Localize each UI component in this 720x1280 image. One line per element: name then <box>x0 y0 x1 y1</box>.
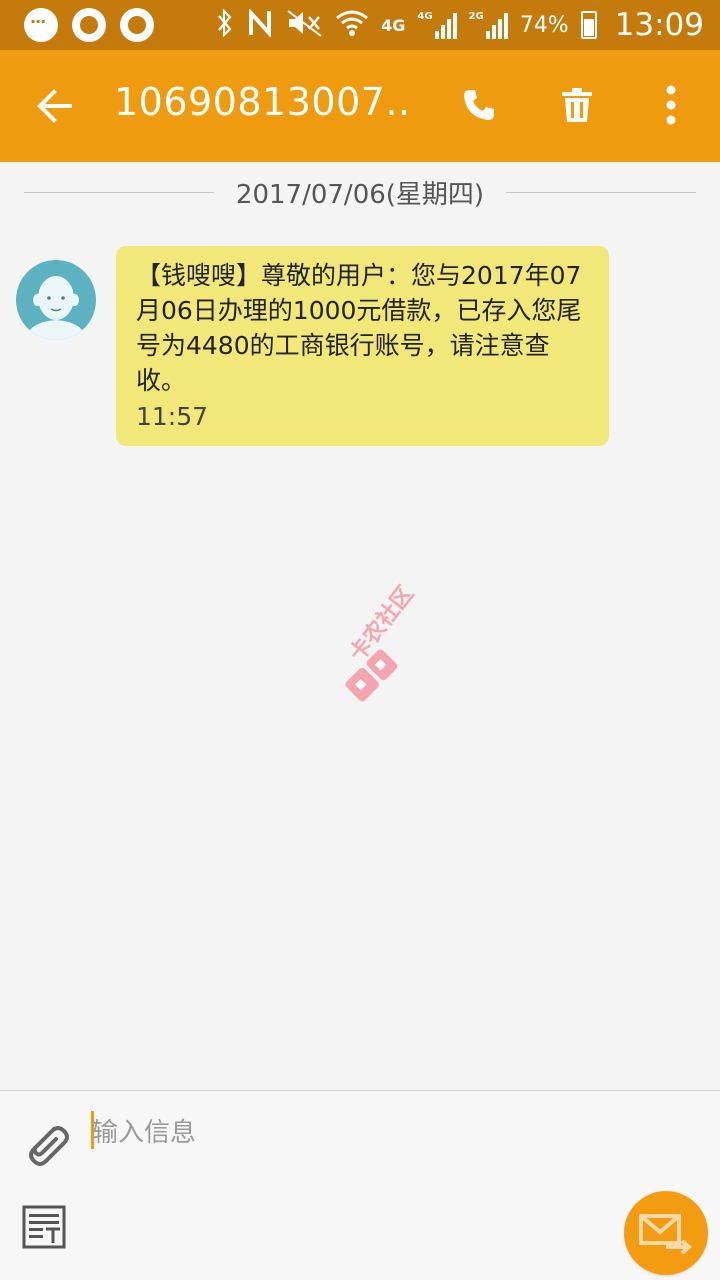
mute-icon <box>287 9 323 41</box>
message-bubble[interactable]: 【钱嗖嗖】尊敬的用户：您与2017年07月06日办理的1000元借款，已存入您尾… <box>116 246 609 446</box>
trash-icon <box>562 88 592 122</box>
nfc-icon <box>247 7 275 41</box>
wifi-icon <box>335 9 369 41</box>
battery-percent: 74% <box>519 12 569 38</box>
status-system-icons: 4G 4G 2G 74% 13:09 <box>215 0 704 50</box>
conversation-title: 10690813007... <box>114 80 414 124</box>
text-template-icon <box>22 1205 66 1249</box>
conversation-date: 2017/07/06(星期四) <box>235 179 485 210</box>
clock: 13:09 <box>614 7 704 43</box>
signal-1-label: 4G <box>417 11 433 22</box>
send-button[interactable] <box>624 1191 708 1275</box>
arrow-back-icon <box>37 89 72 123</box>
signal-strength-2: 2G <box>469 11 508 39</box>
text-template-button[interactable] <box>22 1205 66 1249</box>
network-type-label: 4G <box>381 15 406 35</box>
paperclip-icon <box>29 1126 69 1166</box>
message-composer <box>0 1090 720 1280</box>
avatar[interactable] <box>16 260 96 340</box>
signal-bars-icon-2 <box>485 11 508 39</box>
date-divider: 2017/07/06(星期四) <box>24 172 696 212</box>
send-mail-icon <box>639 1214 693 1255</box>
qq-notification-icon-2 <box>120 8 154 42</box>
more-options-button[interactable] <box>646 80 696 130</box>
signal-bars-icon <box>434 11 457 39</box>
status-notification-icons <box>24 8 154 42</box>
bluetooth-icon <box>215 8 235 41</box>
status-bar: 4G 4G 2G 74% 13:09 <box>0 0 720 50</box>
signal-strength-1: 4G <box>417 11 457 39</box>
message-text: 【钱嗖嗖】尊敬的用户：您与2017年07月06日办理的1000元借款，已存入您尾… <box>136 261 582 395</box>
app-bar: 10690813007... <box>0 50 720 162</box>
watermark-logo: 卡农社区 <box>300 560 430 730</box>
contact-avatar-icon <box>26 276 86 340</box>
qq-notification-icon <box>72 8 106 42</box>
battery-icon <box>580 11 597 39</box>
message-input[interactable] <box>92 1109 592 1157</box>
call-button[interactable] <box>454 80 504 130</box>
divider-line <box>506 191 696 193</box>
back-button[interactable] <box>32 84 80 128</box>
more-vert-icon <box>666 85 676 125</box>
signal-2-label: 2G <box>468 11 484 22</box>
message-time: 11:57 <box>136 402 209 431</box>
delete-button[interactable] <box>552 80 602 130</box>
attach-button[interactable] <box>22 1119 70 1171</box>
message-notification-icon <box>24 8 58 42</box>
divider-line <box>24 191 214 193</box>
phone-icon <box>464 90 494 120</box>
kanong-logo-icon: 卡农社区 <box>344 581 419 702</box>
